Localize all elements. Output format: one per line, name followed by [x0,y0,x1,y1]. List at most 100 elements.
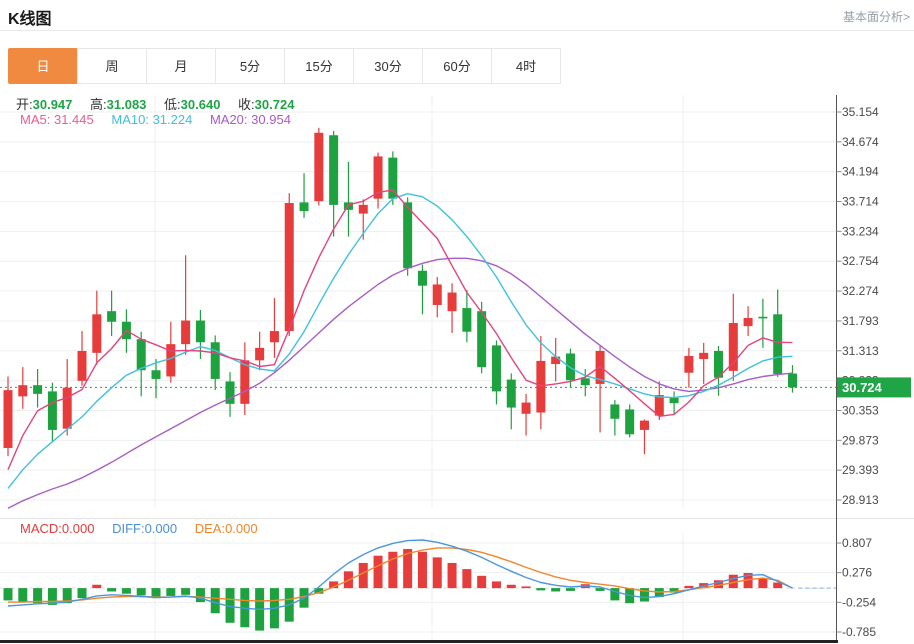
macd-bar [18,588,27,602]
tab-period-7[interactable]: 4时 [491,48,561,84]
candle-body [433,284,442,305]
macd-bar [166,588,175,596]
candle-body [255,348,264,360]
tab-period-4[interactable]: 15分 [284,48,354,84]
macd-bar [4,588,13,600]
candle-body [181,321,190,345]
y-axis-label: 30.353 [842,403,879,417]
dea-label: DEA: [195,521,225,536]
ma5-value: 31.445 [54,112,94,127]
macd-bar [359,563,368,588]
macd-bar [522,586,531,588]
candle-body [507,380,516,408]
macd-bar [196,588,205,602]
candle-body [640,421,649,430]
candle-body [270,331,279,342]
low-label: 低: [164,97,181,112]
macd-bar [211,588,220,613]
candle-body [329,135,338,205]
y-axis-label: 31.313 [842,344,879,358]
macd-bar [374,556,383,588]
ohlc-readout: 开:30.947 高:31.083 低:30.640 收:30.724 [16,94,308,113]
open-label: 开: [16,97,33,112]
macd-bar [551,588,560,591]
macd-axis-label: 0.807 [842,536,872,550]
tab-period-0[interactable]: 日 [8,48,78,84]
candle-body [4,390,13,448]
tab-period-1[interactable]: 周 [77,48,147,84]
diff-label: DIFF: [112,521,145,536]
candle-body [581,378,590,385]
candle-body [92,314,101,353]
macd-bar [462,569,471,588]
candle-body [536,361,545,413]
macd-axis-label: -0.785 [842,625,876,639]
period-tab-strip: 日周月5分15分30分60分4时 [8,48,561,84]
diff-value: 0.000 [145,521,178,536]
macd-axis-label: -0.254 [842,595,876,609]
ma10-value: 31.224 [153,112,193,127]
candle-body [462,308,471,332]
macd-bar [758,578,767,588]
candle-body [18,385,27,396]
fundamental-analysis-link[interactable]: 基本面分析> [843,8,910,25]
candle-body [610,404,619,418]
candle-body [684,356,693,373]
tab-period-2[interactable]: 月 [146,48,216,84]
macd-value: 0.000 [62,521,95,536]
candle-body [492,345,501,391]
candle-body [699,353,708,359]
candle-body [196,321,205,343]
diff-line [8,540,793,609]
tab-period-6[interactable]: 60分 [422,48,492,84]
macd-bar [507,585,516,588]
ma20-value: 30.954 [251,112,291,127]
macd-bar [418,552,427,588]
candle-body [240,360,249,404]
candle-body [744,318,753,326]
candle-body [477,311,486,367]
close-label: 收: [238,97,255,112]
candle-body [758,317,767,319]
candle-body [300,202,309,211]
ma20-label: MA20: [210,112,248,127]
candle-body [211,342,220,379]
candle-body [33,385,42,394]
page-title: K线图 [8,5,52,29]
y-axis-label: 34.674 [842,135,879,149]
macd-bar [492,581,501,588]
tab-period-5[interactable]: 30分 [353,48,423,84]
candle-body [48,391,57,430]
y-axis-label: 33.234 [842,224,879,238]
candle-body [226,381,235,403]
candle-body [107,311,116,322]
candle-body [78,351,87,381]
macd-bar [122,588,131,594]
candle-body [566,353,575,380]
candle-body [670,398,679,404]
candle-body [773,314,782,374]
tab-period-3[interactable]: 5分 [215,48,285,84]
macd-bar [137,588,146,595]
low-value: 30.640 [181,97,221,112]
macd-bar [181,588,190,595]
y-axis-label: 32.754 [842,254,879,268]
candle-body [137,339,146,370]
y-axis-label: 29.873 [842,433,879,447]
macd-bar [78,588,87,598]
candle-body [418,271,427,286]
macd-bar [566,588,575,591]
candle-body [788,374,797,388]
open-value: 30.947 [33,97,73,112]
candle-body [152,370,161,379]
ma10-line [8,194,793,489]
kline-page: 35.15434.67434.19433.71433.23432.75432.2… [0,0,914,644]
candle-body [63,388,72,429]
candle-body [314,133,323,201]
macd-bar [107,588,116,591]
macd-label: MACD: [20,521,62,536]
candle-body [285,203,294,331]
high-value: 31.083 [107,97,147,112]
y-axis-label: 33.714 [842,195,879,209]
macd-readout: MACD:0.000 DIFF:0.000 DEA:0.000 [20,521,272,536]
